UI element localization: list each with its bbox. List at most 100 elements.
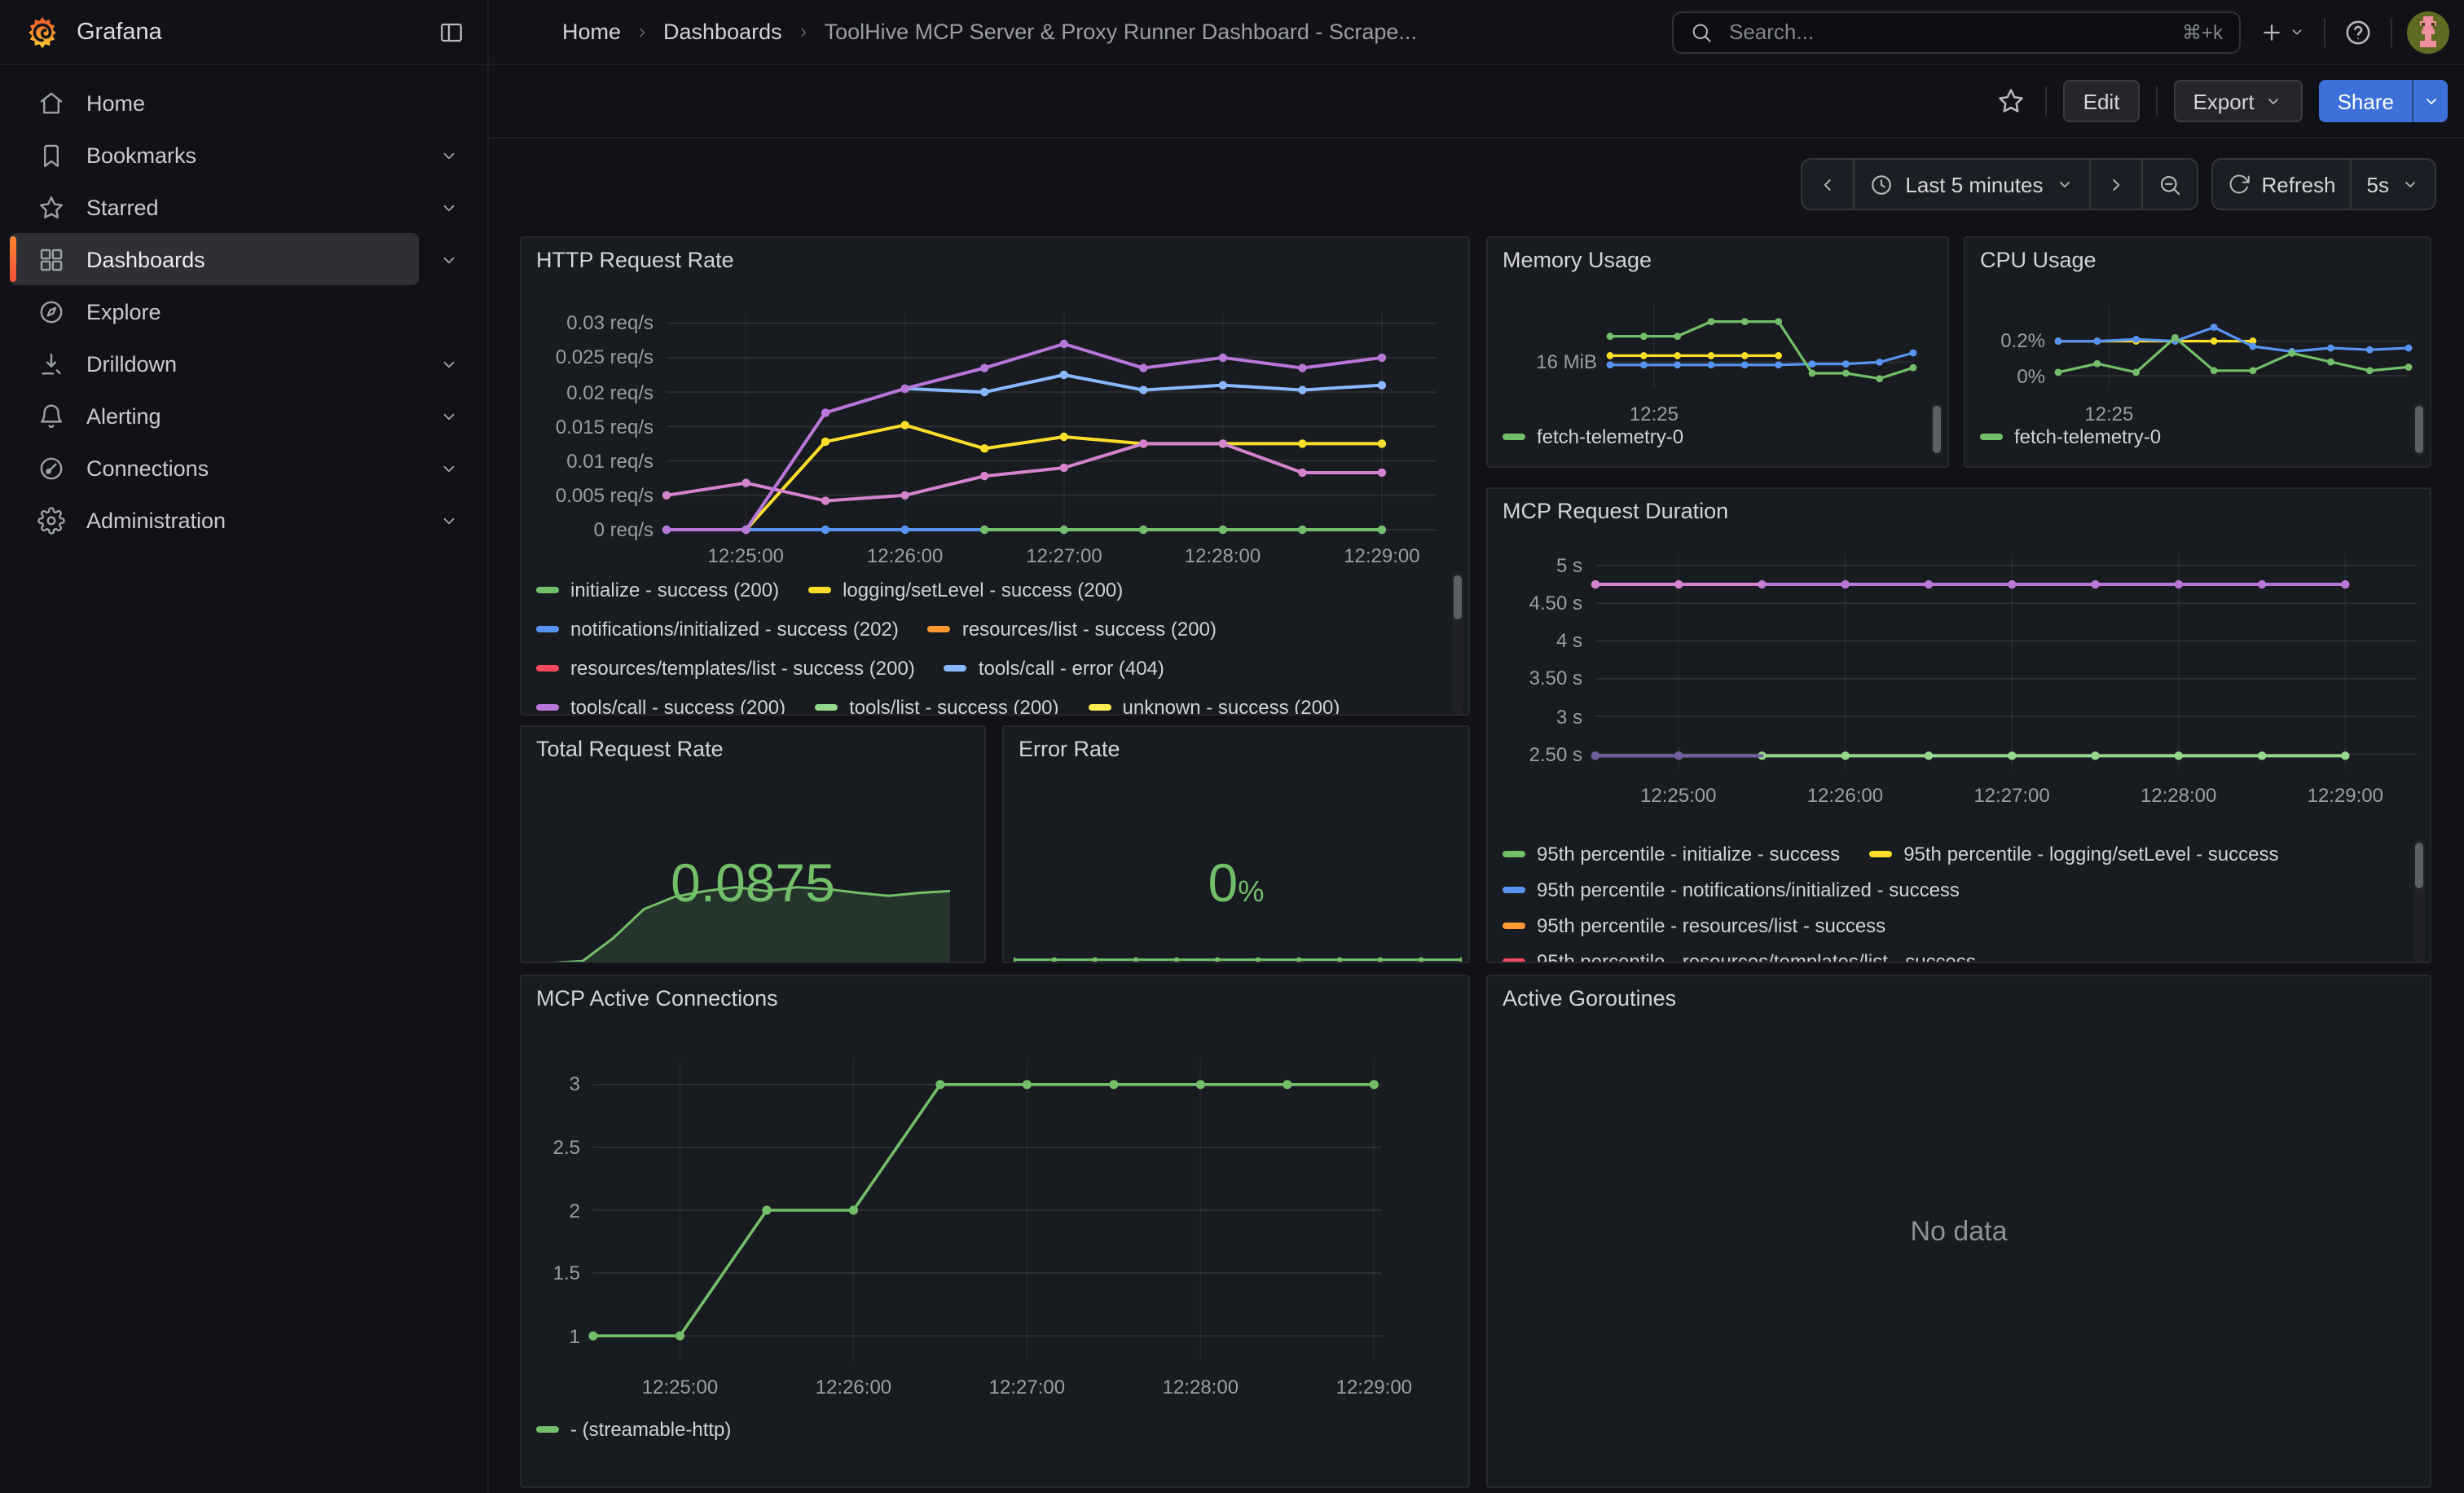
breadcrumb-item[interactable]: Home xyxy=(562,20,621,44)
refresh-button[interactable]: Refresh xyxy=(2212,160,2350,209)
stat-value: 0% xyxy=(1004,838,1468,909)
y-axis-tick: 0.01 req/s xyxy=(521,448,653,474)
legend-scrollbar-thumb[interactable] xyxy=(2415,843,2423,888)
legend-scrollbar[interactable] xyxy=(1931,403,1943,456)
legend-item[interactable]: fetch-telemetry-0 xyxy=(1980,425,2161,448)
legend-scrollbar-thumb[interactable] xyxy=(1454,575,1462,619)
refresh-interval-picker[interactable]: 5s xyxy=(2351,160,2435,209)
sidebar-link-starred[interactable]: Starred xyxy=(10,181,419,233)
x-axis-tick: 12:29:00 xyxy=(1336,1376,1412,1398)
panel-title[interactable]: MCP Request Duration xyxy=(1503,499,1728,523)
expand-chevron-icon[interactable] xyxy=(419,196,477,218)
expand-chevron-icon[interactable] xyxy=(419,249,477,270)
legend-item[interactable]: logging/setLevel - success (200) xyxy=(808,579,1123,601)
legend-scrollbar-thumb[interactable] xyxy=(1933,406,1941,453)
sidebar-item-bookmarks: Bookmarks xyxy=(10,129,477,181)
legend-scrollbar[interactable] xyxy=(2413,403,2425,456)
legend-row: fetch-telemetry-0 xyxy=(1980,417,2404,456)
expand-chevron-icon[interactable] xyxy=(419,405,477,426)
x-axis-tick: 12:29:00 xyxy=(2308,784,2383,807)
y-axis-tick: 1.5 xyxy=(521,1260,580,1286)
y-axis-tick: 0.005 req/s xyxy=(521,482,653,509)
sidebar-link-dashboards[interactable]: Dashboards xyxy=(10,233,419,285)
grafana-logo-icon xyxy=(24,14,60,50)
legend-item[interactable]: notifications/initialized - success (202… xyxy=(536,618,899,641)
legend-label: 95th percentile - initialize - success xyxy=(1537,843,1840,865)
edit-button[interactable]: Edit xyxy=(2064,80,2140,122)
panel-title[interactable]: MCP Active Connections xyxy=(536,986,778,1011)
legend-scrollbar[interactable] xyxy=(2413,839,2425,963)
time-range-group: Last 5 minutes xyxy=(1801,158,2198,210)
legend-row: - (streamable-http) xyxy=(536,1410,1442,1449)
legend-color-icon xyxy=(1503,887,1525,894)
legend-label: fetch-telemetry-0 xyxy=(2014,425,2161,448)
refresh-icon xyxy=(2227,173,2250,196)
expand-chevron-icon[interactable] xyxy=(419,457,477,478)
panel-title[interactable]: HTTP Request Rate xyxy=(536,248,734,272)
question-circle-icon xyxy=(2343,17,2373,46)
add-new-button[interactable] xyxy=(2255,15,2309,48)
chevron-down-icon xyxy=(2054,174,2074,194)
legend-item[interactable]: 95th percentile - resources/list - succe… xyxy=(1503,914,1885,937)
sidebar-link-alerting[interactable]: Alerting xyxy=(10,390,419,442)
panel-title[interactable]: Active Goroutines xyxy=(1503,986,1676,1011)
expand-chevron-icon[interactable] xyxy=(419,509,477,531)
legend-item[interactable]: tools/call - success (200) xyxy=(536,696,785,714)
expand-chevron-icon[interactable] xyxy=(419,144,477,165)
y-axis-tick: 3 xyxy=(521,1072,580,1098)
sidebar-link-drilldown[interactable]: Drilldown xyxy=(10,337,419,390)
star-icon xyxy=(1997,86,2026,116)
legend-item[interactable]: 95th percentile - logging/setLevel - suc… xyxy=(1869,843,2278,865)
legend-item[interactable]: resources/list - success (200) xyxy=(928,618,1217,641)
sidebar-item-label: Drilldown xyxy=(86,351,177,376)
time-range-picker[interactable]: Last 5 minutes xyxy=(1853,160,2088,209)
breadcrumb-item[interactable]: Dashboards xyxy=(663,20,782,44)
legend-item[interactable]: fetch-telemetry-0 xyxy=(1503,425,1683,448)
sidebar-link-administration[interactable]: Administration xyxy=(10,494,419,546)
panel-title[interactable]: Total Request Rate xyxy=(536,737,724,761)
legend-item[interactable]: initialize - success (200) xyxy=(536,579,779,601)
x-axis-tick: 12:27:00 xyxy=(1973,784,2049,807)
panel-title[interactable]: CPU Usage xyxy=(1980,248,2097,272)
legend-item[interactable]: unknown - success (200) xyxy=(1089,696,1340,714)
favorite-star-button[interactable] xyxy=(1994,83,2030,119)
legend-item[interactable]: tools/list - success (200) xyxy=(815,696,1058,714)
legend-item[interactable]: tools/call - error (404) xyxy=(944,657,1164,680)
sidebar-link-bookmarks[interactable]: Bookmarks xyxy=(10,129,419,181)
search-box[interactable]: ⌘+k xyxy=(1672,11,2241,53)
legend-item[interactable]: resources/templates/list - success (200) xyxy=(536,657,915,680)
share-button[interactable]: Share xyxy=(2320,80,2412,122)
sidebar-item-home: Home xyxy=(10,77,477,129)
export-button[interactable]: Export xyxy=(2173,80,2303,122)
legend-item[interactable]: 95th percentile - initialize - success xyxy=(1503,843,1840,865)
refresh-label: Refresh xyxy=(2261,172,2335,196)
expand-chevron-icon[interactable] xyxy=(419,353,477,374)
legend-item[interactable]: - (streamable-http) xyxy=(536,1418,731,1441)
user-avatar[interactable] xyxy=(2407,11,2449,53)
legend-color-icon xyxy=(1503,923,1525,930)
legend-item[interactable]: 95th percentile - notifications/initiali… xyxy=(1503,879,1960,901)
sidebar-link-explore[interactable]: Explore xyxy=(10,285,477,337)
sidebar-toggle-button[interactable] xyxy=(435,15,468,48)
sidebar-link-connections[interactable]: Connections xyxy=(10,442,419,494)
panel-title[interactable]: Error Rate xyxy=(1019,737,1120,761)
share-menu-button[interactable] xyxy=(2412,80,2448,122)
legend-label: tools/call - success (200) xyxy=(570,696,785,714)
time-forward-button[interactable] xyxy=(2088,160,2141,209)
legend-color-icon xyxy=(536,1426,559,1434)
panel-legend: 95th percentile - initialize - success 95… xyxy=(1503,836,2404,963)
help-button[interactable] xyxy=(2340,14,2376,50)
sidebar-item-alerting: Alerting xyxy=(10,390,477,442)
panel-legend: fetch-telemetry-0 xyxy=(1503,417,1921,460)
sidebar-link-home[interactable]: Home xyxy=(10,77,477,129)
top-right-actions: ⌘+k xyxy=(1672,11,2464,53)
legend-scrollbar-thumb[interactable] xyxy=(2415,406,2423,453)
time-back-button[interactable] xyxy=(1802,160,1853,209)
drilldown-icon xyxy=(37,350,65,377)
legend-scrollbar[interactable] xyxy=(1452,572,1463,714)
zoom-out-button[interactable] xyxy=(2141,160,2196,209)
legend-item[interactable]: 95th percentile - resources/templates/li… xyxy=(1503,950,1976,963)
grafana-app: Grafana HomeDashboardsToolHive MCP Serve… xyxy=(0,0,2464,1493)
panel-title[interactable]: Memory Usage xyxy=(1503,248,1652,272)
search-input[interactable] xyxy=(1726,18,2169,46)
